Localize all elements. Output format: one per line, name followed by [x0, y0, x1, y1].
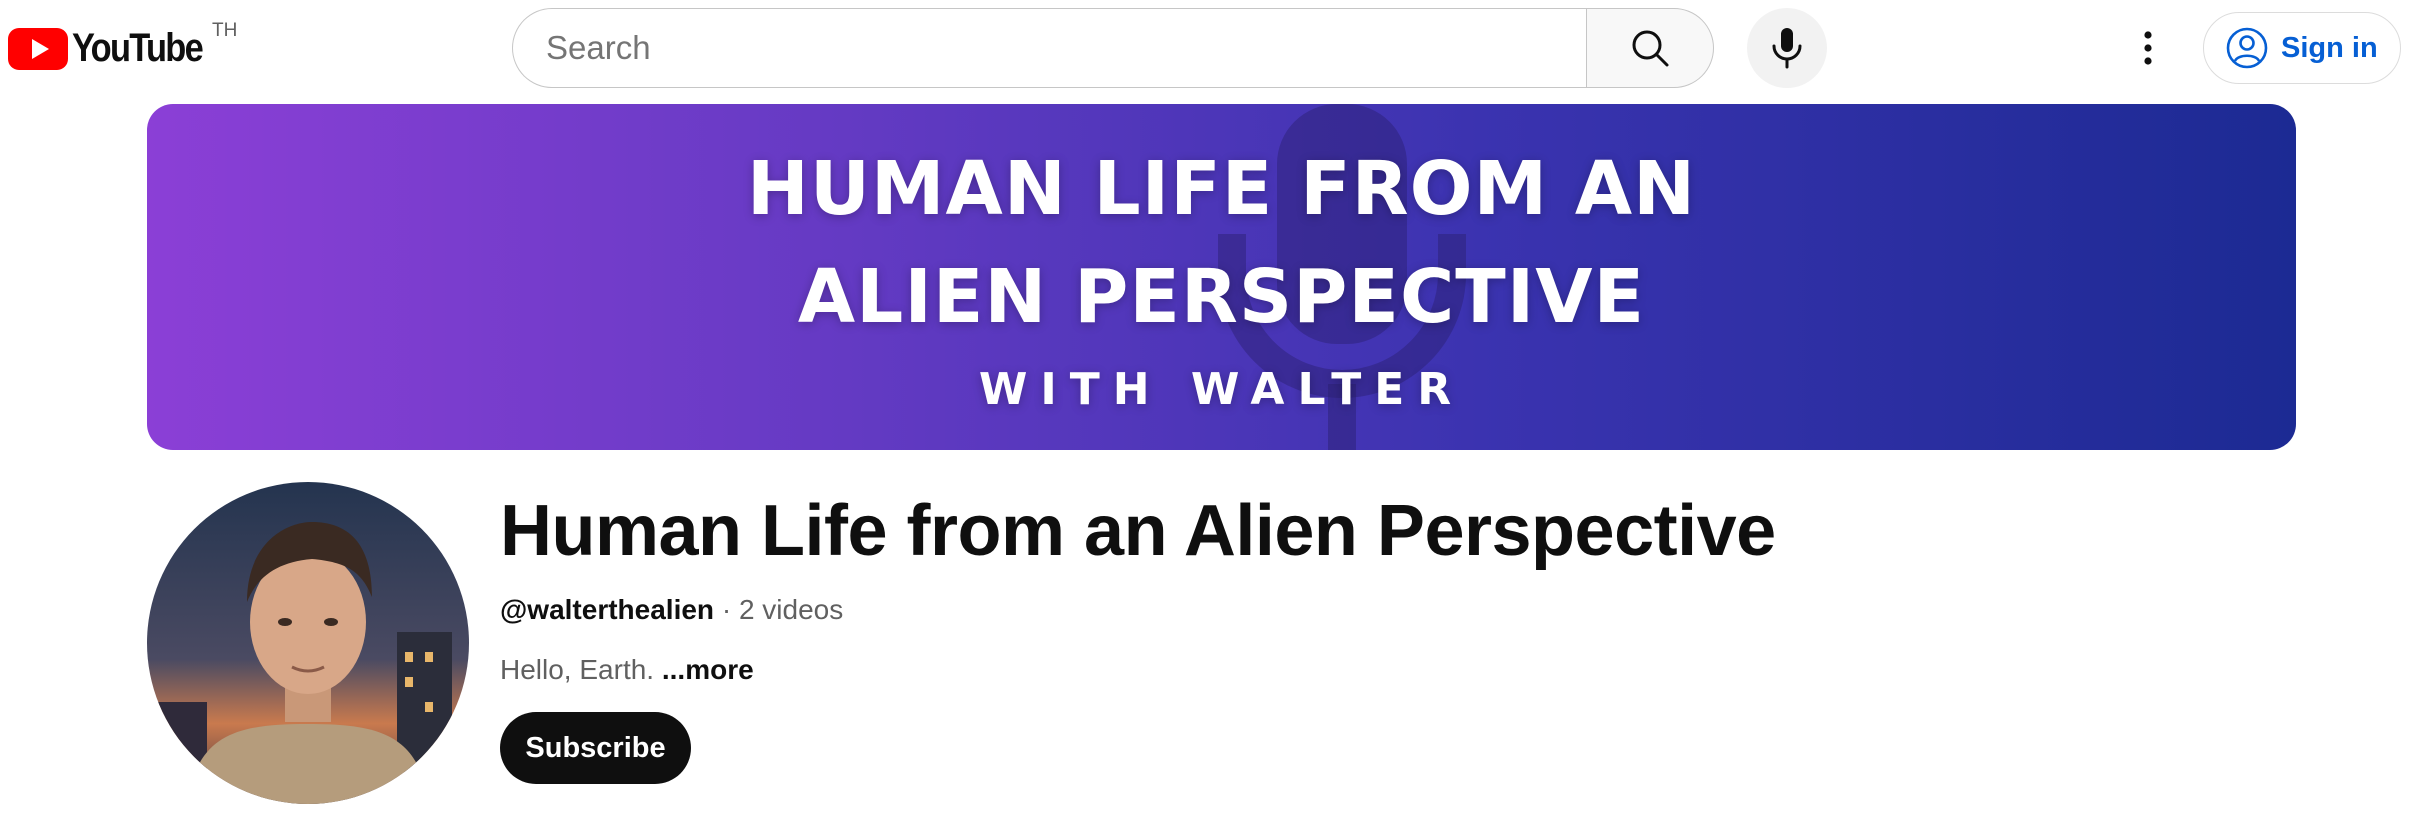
account-circle-icon	[2226, 27, 2268, 69]
youtube-logo[interactable]: YouTube TH	[8, 20, 237, 71]
banner-headline-line1: HUMAN LIFE FROM AN	[746, 146, 1697, 232]
subscribe-button[interactable]: Subscribe	[500, 712, 691, 784]
channel-handle: @walterthealien	[500, 594, 715, 625]
microphone-icon	[1772, 28, 1802, 69]
channel-description[interactable]: Hello, Earth. ...more	[500, 654, 754, 686]
settings-menu-button[interactable]	[2124, 18, 2172, 78]
sign-in-button[interactable]: Sign in	[2203, 12, 2401, 84]
youtube-play-icon	[8, 27, 68, 70]
more-vert-icon	[2144, 31, 2152, 65]
more-link[interactable]: ...more	[662, 654, 754, 685]
sign-in-label: Sign in	[2281, 31, 2378, 64]
search-icon	[1632, 30, 1669, 67]
channel-meta: @walterthealien · 2 videos	[500, 594, 843, 626]
description-text: Hello, Earth.	[500, 654, 655, 685]
video-count: 2 videos	[738, 594, 844, 625]
voice-search-button[interactable]	[1747, 8, 1827, 88]
country-code: TH	[212, 20, 238, 41]
channel-title: Human Life from an Alien Perspective	[500, 491, 1776, 571]
banner-subtitle: WITH WALTER	[978, 364, 1465, 415]
logo-text: YouTube	[72, 26, 204, 70]
banner-headline-line2: ALIEN PERSPECTIVE	[797, 254, 1646, 340]
search-bar: Search	[512, 8, 1714, 88]
channel-banner: HUMAN LIFE FROM AN ALIEN PERSPECTIVE WIT…	[147, 104, 2296, 450]
search-input[interactable]: Search	[512, 8, 1586, 88]
channel-avatar	[147, 482, 469, 804]
meta-separator: ·	[714, 594, 739, 625]
youtube-channel-page: YouTube TH Search Sign in HUMAN LIFE FRO…	[0, 0, 2421, 830]
search-button[interactable]	[1586, 8, 1714, 88]
